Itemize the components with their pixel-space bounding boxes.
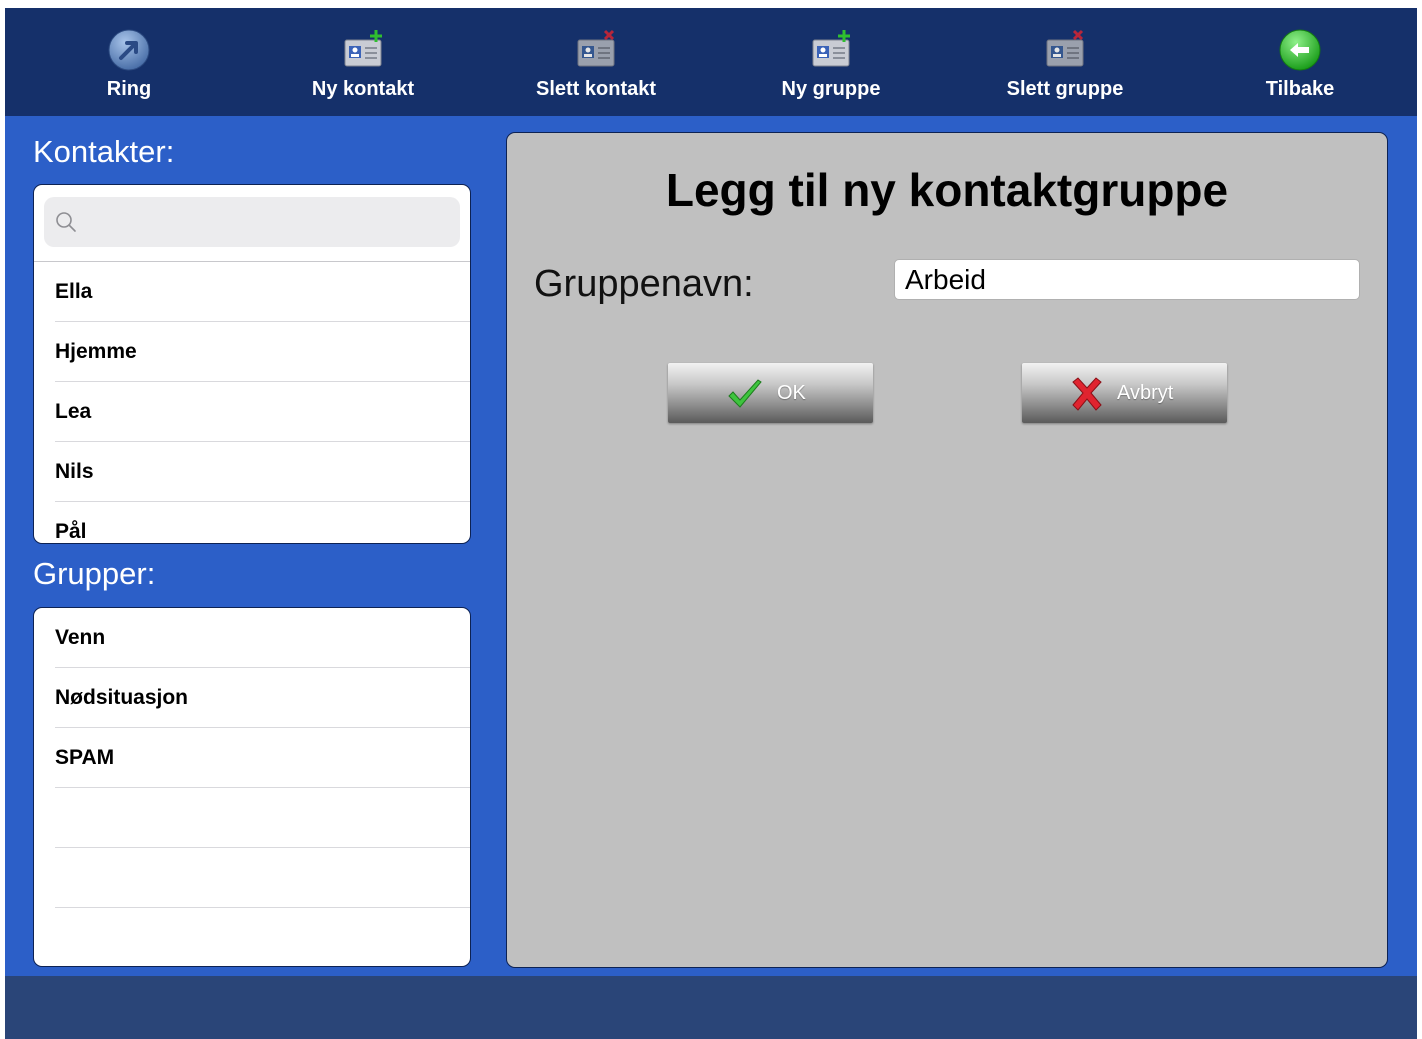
delete-contact-label: Slett kontakt <box>535 78 657 100</box>
group-card-delete-icon <box>1046 29 1084 67</box>
contacts-list: Ella Hjemme Lea Nils Pål <box>33 184 471 544</box>
cancel-button[interactable]: Avbryt <box>1022 363 1227 423</box>
group-name-input[interactable] <box>894 259 1360 300</box>
delete-group-button[interactable]: Slett gruppe <box>985 8 1145 116</box>
group-name-label: Gruppenavn: <box>534 263 754 305</box>
ok-label: OK <box>777 382 806 404</box>
contact-row[interactable]: Lea <box>34 382 470 442</box>
group-row[interactable]: Venn <box>34 608 470 668</box>
back-label: Tilbake <box>1265 78 1335 100</box>
contact-row[interactable]: Pål <box>34 502 470 543</box>
checkmark-icon <box>728 379 762 408</box>
contact-card-add-icon <box>344 30 382 67</box>
delete-contact-button[interactable]: Slett kontakt <box>516 8 676 116</box>
bottom-bar <box>5 976 1417 1039</box>
new-group-button[interactable]: Ny gruppe <box>751 8 911 116</box>
new-contact-label: Ny kontakt <box>311 78 415 100</box>
ring-button[interactable]: Ring <box>49 8 209 116</box>
empty-row <box>34 788 470 848</box>
group-row[interactable]: SPAM <box>34 728 470 788</box>
phone-arrow-icon <box>108 29 150 71</box>
contacts-heading: Kontakter: <box>33 134 175 169</box>
new-contact-button[interactable]: Ny kontakt <box>283 8 443 116</box>
groups-list: Venn Nødsituasjon SPAM <box>33 607 471 967</box>
contact-row[interactable]: Nils <box>34 442 470 502</box>
page-title: Legg til ny kontaktgruppe <box>665 164 1229 216</box>
top-toolbar: Ring Ny kontakt Slett kontakt Ny gruppe … <box>5 8 1417 116</box>
groups-heading: Grupper: <box>33 556 156 591</box>
close-icon <box>1072 377 1102 411</box>
contact-card-delete-icon <box>577 29 615 67</box>
back-button[interactable]: Tilbake <box>1220 8 1380 116</box>
ok-button[interactable]: OK <box>668 363 873 423</box>
ring-label: Ring <box>106 78 152 100</box>
group-card-add-icon <box>812 30 850 67</box>
delete-group-label: Slett gruppe <box>1006 78 1124 100</box>
new-group-panel: Legg til ny kontaktgruppe Gruppenavn: OK… <box>506 132 1388 968</box>
contact-row[interactable]: Hjemme <box>34 322 470 382</box>
search-icon <box>56 212 76 232</box>
contact-row[interactable]: Ella <box>34 262 470 322</box>
empty-row <box>34 848 470 908</box>
new-group-label: Ny gruppe <box>781 78 881 100</box>
search-bar <box>34 185 470 262</box>
group-row[interactable]: Nødsituasjon <box>34 668 470 728</box>
back-arrow-icon <box>1279 29 1321 71</box>
app-frame: Ring Ny kontakt Slett kontakt Ny gruppe … <box>5 8 1417 1039</box>
search-input[interactable] <box>84 205 448 241</box>
search-field[interactable] <box>44 197 460 247</box>
cancel-label: Avbryt <box>1117 382 1174 404</box>
